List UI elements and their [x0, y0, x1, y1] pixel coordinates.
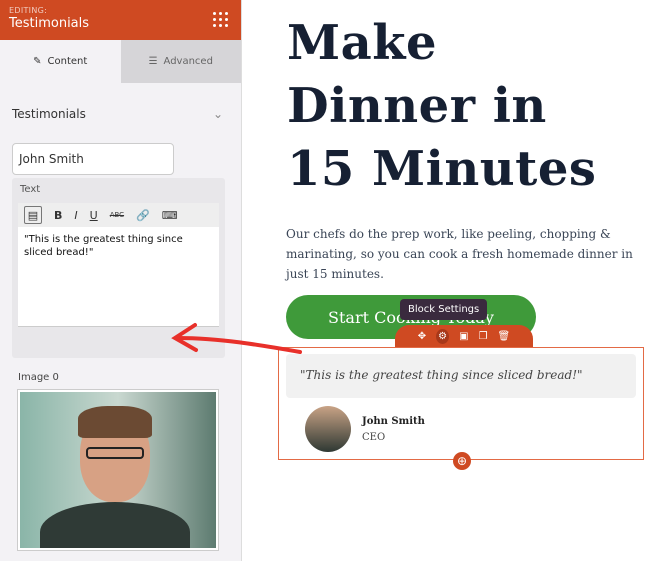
testimonial-quote: "This is the greatest thing since sliced…	[286, 354, 636, 398]
gear-icon[interactable]: ⚙	[436, 328, 450, 344]
testimonial-image[interactable]	[18, 390, 218, 550]
chevron-down-icon: ⌄	[212, 107, 223, 121]
sidebar-header: EDITING: Testimonials	[0, 0, 241, 40]
link-icon[interactable]: 🔗	[136, 209, 150, 222]
editing-label: EDITING:	[9, 6, 48, 15]
tab-label: Content	[47, 56, 88, 67]
keyboard-icon[interactable]: ⌨	[162, 209, 178, 222]
avatar	[305, 406, 351, 452]
headline: Make Dinner in 15 Minutes	[287, 15, 597, 197]
description: Our chefs do the prep work, like peeling…	[286, 227, 633, 281]
grid-menu-icon[interactable]	[213, 12, 229, 28]
bold-button[interactable]: B	[54, 209, 62, 222]
tab-content[interactable]: ✎ Content	[0, 40, 121, 83]
text-editor-group: Text ▤ B I U ABC 🔗 ⌨ "This is the greate…	[12, 178, 225, 358]
add-block-icon[interactable]: ⊕	[453, 452, 471, 470]
testimonial-block[interactable]: "This is the greatest thing since sliced…	[278, 347, 644, 460]
image-label: Image 0	[18, 372, 59, 383]
block-title: Testimonials	[9, 16, 90, 31]
testimonial-name: John Smith	[362, 416, 425, 427]
paste-icon[interactable]: ▤	[24, 206, 42, 224]
section-title: Testimonials	[12, 107, 86, 121]
pencil-icon: ✎	[33, 56, 42, 67]
strikethrough-button[interactable]: ABC	[110, 211, 124, 219]
underline-button[interactable]: U	[90, 209, 98, 222]
trash-icon[interactable]: 🗑	[498, 331, 511, 342]
page-preview: Make Dinner in 15 Minutes Our chefs do t…	[243, 0, 662, 561]
block-settings-tooltip: Block Settings	[400, 299, 488, 320]
save-icon[interactable]: ▣	[459, 331, 468, 342]
text-label: Text	[20, 184, 41, 195]
block-toolbar: ✥ ⚙ ▣ ❐ 🗑	[395, 325, 533, 347]
editor-sidebar: EDITING: Testimonials ✎ Content ☰ Advanced…	[0, 0, 242, 561]
section-testimonials[interactable]: Testimonials ⌄	[0, 107, 241, 121]
sliders-icon: ☰	[148, 56, 158, 67]
italic-button[interactable]: I	[74, 209, 77, 222]
tab-label: Advanced	[163, 56, 213, 67]
text-editor[interactable]: "This is the greatest thing since sliced…	[18, 227, 219, 327]
testimonial-role: CEO	[362, 432, 386, 443]
tab-advanced[interactable]: ☰ Advanced	[120, 40, 241, 83]
move-icon[interactable]: ✥	[418, 331, 426, 342]
duplicate-icon[interactable]: ❐	[479, 331, 488, 342]
editor-toolbar: ▤ B I U ABC 🔗 ⌨	[18, 203, 219, 227]
name-input[interactable]: John Smith	[12, 143, 174, 175]
